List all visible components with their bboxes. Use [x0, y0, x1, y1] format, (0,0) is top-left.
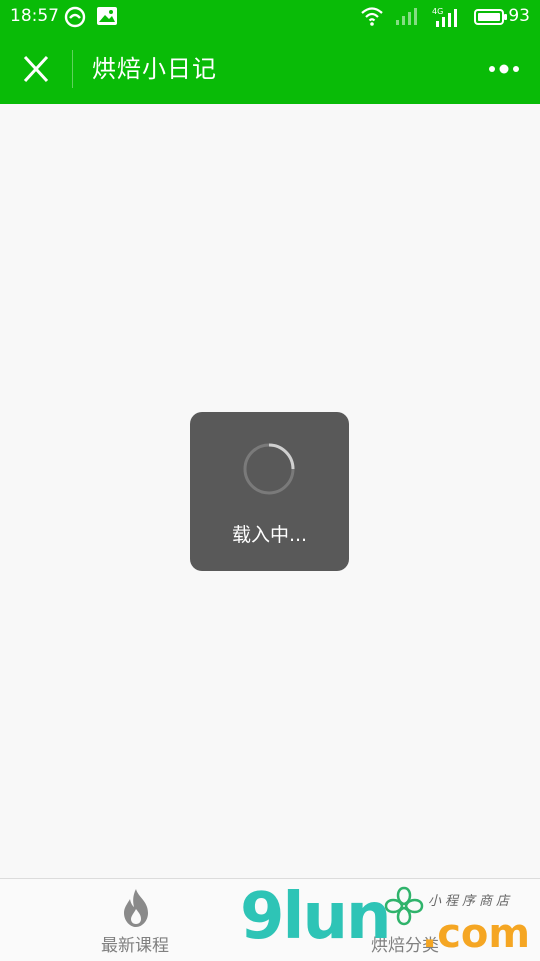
more-icon: [489, 64, 519, 74]
close-icon: [23, 55, 49, 83]
battery-percent: 93: [508, 6, 530, 26]
loading-spinner-icon: [243, 443, 295, 495]
watermark-suffix: .com: [422, 911, 531, 957]
nav-bar: 烘焙小日记: [0, 34, 540, 104]
watermark-tagline: 小程序商店: [428, 894, 514, 909]
signal-icon: [396, 8, 417, 25]
nav-divider: [72, 50, 73, 88]
tab-label: 最新课程: [101, 936, 169, 956]
battery-icon: [474, 9, 507, 25]
category-icon: [384, 886, 424, 926]
more-button[interactable]: [486, 56, 522, 82]
watermark: 9lun 小程序商店 .com: [240, 880, 540, 960]
loading-text: 载入中...: [231, 524, 308, 546]
wechat-status-icon: [64, 6, 86, 28]
tab-latest-courses[interactable]: 最新课程: [0, 879, 270, 961]
image-status-icon: [97, 7, 117, 25]
network-label: 4G: [432, 7, 443, 16]
signal-4g-icon: 4G: [432, 7, 457, 27]
flame-icon: [124, 889, 148, 927]
wifi-icon: [361, 7, 383, 26]
page-title: 烘焙小日记: [92, 55, 217, 83]
status-bar: 18:57 4G 93: [0, 0, 540, 34]
status-time: 18:57: [10, 6, 59, 26]
watermark-brand: 9lun: [240, 880, 392, 954]
close-button[interactable]: [18, 53, 54, 85]
loading-toast: 载入中...: [190, 412, 349, 571]
